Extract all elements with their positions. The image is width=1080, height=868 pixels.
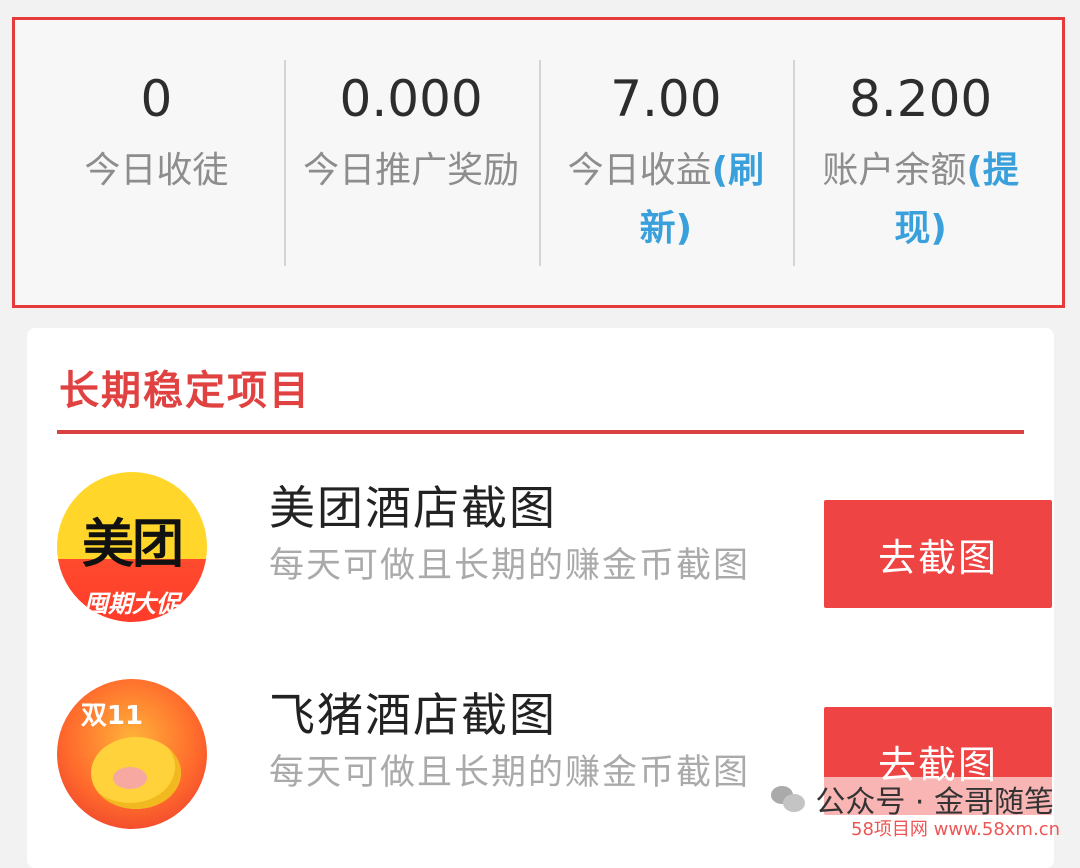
stat-label: 今日收徒: [84, 150, 229, 191]
stat-label: 今日收益(刷新): [567, 150, 765, 249]
project-title: 美团酒店截图: [269, 481, 557, 535]
go-screenshot-button[interactable]: 去截图: [824, 500, 1052, 608]
stat-today-earnings: 7.00 今日收益(刷新): [538, 60, 794, 305]
stat-value: 0.000: [339, 70, 483, 128]
stat-value: 8.200: [849, 70, 993, 128]
feizhu-logo-icon: 双11: [57, 679, 207, 829]
project-description: 每天可做且长期的赚金币截图: [269, 546, 751, 586]
watermark-sub: 58项目网 www.58xm.cn: [851, 819, 1060, 840]
project-description: 每天可做且长期的赚金币截图: [269, 753, 751, 793]
section-divider: [57, 430, 1024, 434]
project-item-meituan: 美团 囤期大促 美团酒店截图 每天可做且长期的赚金币截图 去截图: [57, 458, 1052, 628]
stat-label: 账户余额(提现): [822, 150, 1019, 249]
stat-value: 7.00: [610, 70, 722, 128]
stat-today-promotion-reward: 0.000 今日推广奖励: [283, 60, 539, 305]
project-title: 飞猪酒店截图: [269, 688, 557, 742]
stat-today-apprentices: 0 今日收徒: [29, 60, 284, 305]
wechat-icon: [771, 784, 806, 814]
stat-value: 0: [140, 70, 173, 128]
section-title: 长期稳定项目: [59, 368, 311, 414]
stats-panel: 0 今日收徒 0.000 今日推广奖励 7.00 今日收益(刷新) 8.200 …: [12, 17, 1065, 308]
stat-account-balance: 8.200 账户余额(提现): [793, 60, 1048, 305]
meituan-logo-icon: 美团 囤期大促: [57, 472, 207, 622]
stat-label: 今日推广奖励: [303, 150, 520, 191]
